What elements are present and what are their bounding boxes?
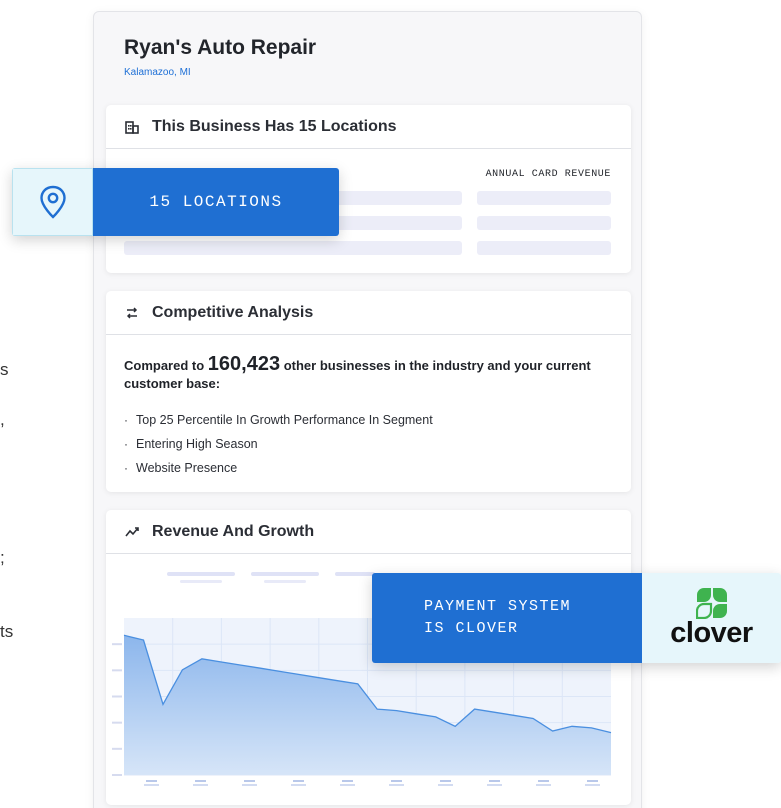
x-tick-placeholder bbox=[389, 784, 404, 786]
x-tick-placeholder bbox=[144, 784, 159, 786]
x-tick-placeholder bbox=[489, 780, 500, 782]
x-tick-placeholder bbox=[438, 784, 453, 786]
business-location[interactable]: Kalamazoo, MI bbox=[124, 67, 191, 78]
locations-badge: 15 LOCATIONS bbox=[12, 168, 339, 236]
map-pin-icon bbox=[12, 168, 93, 236]
trend-up-icon bbox=[124, 524, 140, 540]
cut-text-fragment: ts bbox=[0, 622, 14, 641]
building-icon bbox=[124, 119, 140, 135]
list-item: · Website Presence bbox=[124, 461, 238, 475]
cut-text-fragment: , bbox=[0, 410, 5, 429]
skeleton-cell bbox=[477, 216, 611, 230]
legend-placeholder bbox=[251, 572, 319, 576]
business-name: Ryan's Auto Repair bbox=[124, 36, 317, 59]
payment-line-2: IS CLOVER bbox=[424, 620, 519, 637]
competitive-card-title: Competitive Analysis bbox=[152, 303, 314, 321]
x-tick-placeholder bbox=[195, 780, 206, 782]
legend-placeholder bbox=[335, 572, 375, 576]
list-item: · Top 25 Percentile In Growth Performance… bbox=[124, 413, 433, 427]
annual-card-revenue-header: ANNUAL CARD REVENUE bbox=[485, 169, 611, 180]
skeleton-cell bbox=[124, 241, 462, 255]
locations-card-title: This Business Has 15 Locations bbox=[152, 117, 397, 135]
skeleton-cell bbox=[477, 191, 611, 205]
x-tick-placeholder bbox=[193, 784, 208, 786]
revenue-card-title: Revenue And Growth bbox=[152, 522, 315, 540]
competitive-analysis-card: Competitive Analysis Compared to 160,423… bbox=[106, 291, 631, 492]
clover-logo: clover bbox=[642, 573, 781, 663]
clover-wordmark: clover bbox=[670, 616, 753, 649]
legend-placeholder bbox=[264, 580, 306, 583]
cut-text-fragment: ; bbox=[0, 548, 5, 567]
list-item: · Entering High Season bbox=[124, 437, 258, 451]
skeleton-cell bbox=[477, 241, 611, 255]
compare-arrows-icon bbox=[124, 305, 140, 321]
legend-placeholder bbox=[180, 580, 222, 583]
legend-placeholder bbox=[167, 572, 235, 576]
payment-system-badge: PAYMENT SYSTEM IS CLOVER clover bbox=[372, 573, 781, 663]
locations-card-header: This Business Has 15 Locations bbox=[106, 105, 631, 149]
insight-list: · Top 25 Percentile In Growth Performance… bbox=[124, 408, 433, 480]
x-tick-placeholder bbox=[538, 780, 549, 782]
x-tick-placeholder bbox=[342, 780, 353, 782]
x-tick-placeholder bbox=[293, 780, 304, 782]
payment-badge-text: PAYMENT SYSTEM IS CLOVER bbox=[372, 573, 642, 663]
x-tick-placeholder bbox=[440, 780, 451, 782]
x-tick-placeholder bbox=[242, 784, 257, 786]
x-tick-placeholder bbox=[291, 784, 306, 786]
business-profile-panel: Ryan's Auto Repair Kalamazoo, MI This Bu… bbox=[93, 11, 642, 808]
payment-line-1: PAYMENT SYSTEM bbox=[424, 598, 572, 615]
x-tick-placeholder bbox=[536, 784, 551, 786]
x-tick-placeholder bbox=[585, 784, 600, 786]
x-tick-placeholder bbox=[146, 780, 157, 782]
clover-logo-icon bbox=[695, 587, 727, 619]
competitive-summary: Compared to 160,423 other businesses in … bbox=[124, 353, 611, 393]
business-count: 160,423 bbox=[207, 353, 281, 375]
summary-prefix: Compared to bbox=[124, 358, 208, 373]
x-tick-placeholder bbox=[587, 780, 598, 782]
x-tick-placeholder bbox=[487, 784, 502, 786]
revenue-card-header: Revenue And Growth bbox=[106, 510, 631, 554]
x-tick-placeholder bbox=[391, 780, 402, 782]
x-tick-placeholder bbox=[340, 784, 355, 786]
x-tick-placeholder bbox=[244, 780, 255, 782]
locations-badge-text: 15 LOCATIONS bbox=[93, 168, 339, 236]
competitive-card-header: Competitive Analysis bbox=[106, 291, 631, 335]
cut-text-fragment: s bbox=[0, 360, 9, 379]
